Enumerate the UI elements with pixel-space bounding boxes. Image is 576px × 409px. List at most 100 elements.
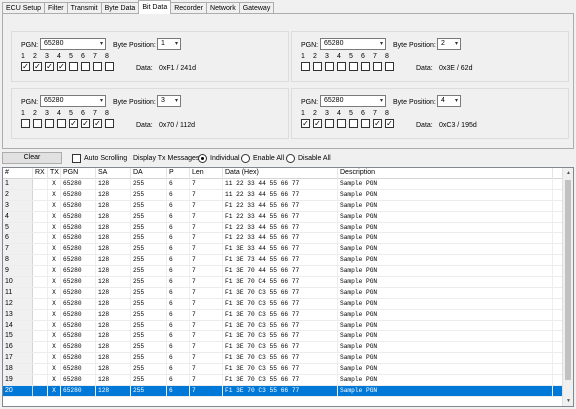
bit-checkbox-5[interactable] xyxy=(349,119,358,128)
cell-sa: 128 xyxy=(96,244,131,255)
radio-disable-all[interactable]: Disable All xyxy=(286,154,331,163)
column-header-tx[interactable]: TX xyxy=(48,168,61,179)
column-header-description[interactable]: Description xyxy=(338,168,553,179)
column-header-da[interactable]: DA xyxy=(131,168,167,179)
byte-position-label: Byte Position: xyxy=(113,42,156,49)
cell-pgn: 65280 xyxy=(61,342,96,353)
tab-bit-data[interactable]: Bit Data xyxy=(138,0,172,14)
cell-rx xyxy=(33,320,48,331)
bit-checkbox-2[interactable]: ✓ xyxy=(33,62,42,71)
bit-checkbox-1[interactable]: ✓ xyxy=(21,62,30,71)
bit-checkbox-5[interactable]: ✓ xyxy=(69,119,78,128)
bit-checkbox-8[interactable]: ✓ xyxy=(385,119,394,128)
bit-checkbox-6[interactable]: ✓ xyxy=(81,119,90,128)
bit-checkbox-8[interactable] xyxy=(385,62,394,71)
column-header-sa[interactable]: SA xyxy=(96,168,131,179)
column-header-rx[interactable]: RX xyxy=(33,168,48,179)
cell-len: 7 xyxy=(190,266,223,277)
pgn-select[interactable]: 65280 ▾ xyxy=(320,38,386,50)
table-row[interactable]: 20 X 65280 128 255 6 7 F1 3E 70 C3 55 66 77 Samp… xyxy=(3,385,563,397)
bit-checkbox-2[interactable] xyxy=(313,62,322,71)
auto-scrolling-option[interactable]: Auto Scrolling xyxy=(72,154,127,163)
cell-rx xyxy=(33,298,48,309)
column-header-len[interactable]: Len xyxy=(190,168,223,179)
table-row[interactable]: 4 X 65280 128 255 6 7 F1 22 33 44 55 66 77 Sampl… xyxy=(3,211,563,223)
table-row[interactable]: 18 X 65280 128 255 6 7 F1 3E 70 C3 55 66 77 Samp… xyxy=(3,364,563,376)
table-row[interactable]: 13 X 65280 128 255 6 7 F1 3E 70 C3 55 66 77 Samp… xyxy=(3,309,563,321)
table-row[interactable]: 5 X 65280 128 255 6 7 F1 22 33 44 55 66 77 Sampl… xyxy=(3,222,563,234)
radio-button[interactable] xyxy=(198,154,207,163)
table-row[interactable]: 19 X 65280 128 255 6 7 F1 3E 70 C3 55 66 77 Samp… xyxy=(3,375,563,386)
byte-position-select[interactable]: 2 ▾ xyxy=(437,38,461,50)
bit-checkbox-4[interactable] xyxy=(337,119,346,128)
scroll-thumb[interactable] xyxy=(565,180,571,380)
table-row[interactable]: 11 X 65280 128 255 6 7 F1 3E 70 C3 55 66 77 Samp… xyxy=(3,287,563,299)
bit-checkbox-8[interactable] xyxy=(105,62,114,71)
cell-tx: X xyxy=(48,255,61,266)
auto-scrolling-checkbox[interactable] xyxy=(72,154,81,163)
bit-checkbox-7[interactable] xyxy=(373,62,382,71)
data-label: Data: xyxy=(136,65,153,72)
column-header-row-number[interactable]: # xyxy=(3,168,33,179)
bit-checkbox-3[interactable] xyxy=(45,119,54,128)
table-row[interactable]: 15 X 65280 128 255 6 7 F1 3E 70 C3 55 66 77 Samp… xyxy=(3,331,563,343)
bit-checkbox-1[interactable] xyxy=(21,119,30,128)
bit-checkbox-6[interactable] xyxy=(361,119,370,128)
cell-tx: X xyxy=(48,320,61,331)
message-grid[interactable]: # RX TX PGN SA DA P Len Data (Hex) Description 1 X… xyxy=(2,167,574,407)
bit-checkbox-1[interactable] xyxy=(301,62,310,71)
bit-checkbox-4[interactable]: ✓ xyxy=(57,62,66,71)
byte-position-select[interactable]: 1 ▾ xyxy=(157,38,181,50)
scroll-down-icon[interactable]: ▼ xyxy=(563,396,573,406)
bit-checkbox-4[interactable] xyxy=(337,62,346,71)
bit-checkbox-3[interactable] xyxy=(325,119,334,128)
radio-individual[interactable]: Individual xyxy=(198,154,240,163)
table-row[interactable]: 7 X 65280 128 255 6 7 F1 3E 33 44 55 66 77 Sampl… xyxy=(3,244,563,256)
bit-checkbox-6[interactable] xyxy=(361,62,370,71)
column-header-pgn[interactable]: PGN xyxy=(61,168,96,179)
cell-len: 7 xyxy=(190,287,223,298)
bit-checkbox-7[interactable] xyxy=(93,62,102,71)
pgn-value: 65280 xyxy=(44,40,64,47)
radio-button[interactable] xyxy=(286,154,295,163)
radio-button[interactable] xyxy=(241,154,250,163)
bit-checkbox-3[interactable]: ✓ xyxy=(45,62,54,71)
bit-checkbox-2[interactable]: ✓ xyxy=(313,119,322,128)
bit-checkbox-7[interactable]: ✓ xyxy=(93,119,102,128)
table-row[interactable]: 10 X 65280 128 255 6 7 F1 3E 70 C4 55 66 77 Samp… xyxy=(3,277,563,288)
column-header-priority[interactable]: P xyxy=(167,168,190,179)
byte-position-select[interactable]: 4 ▾ xyxy=(437,95,461,107)
bit-checkbox-6[interactable] xyxy=(81,62,90,71)
table-row[interactable]: 2 X 65280 128 255 6 7 11 22 33 44 55 66 77 Sampl… xyxy=(3,189,563,201)
table-row[interactable]: 17 X 65280 128 255 6 7 F1 3E 70 C3 55 66 77 Samp… xyxy=(3,353,563,365)
table-row[interactable]: 12 X 65280 128 255 6 7 F1 3E 70 C3 55 66 77 Samp… xyxy=(3,298,563,310)
bit-checkbox-4[interactable] xyxy=(57,119,66,128)
cell-rx xyxy=(33,244,48,255)
table-row[interactable]: 8 X 65280 128 255 6 7 F1 3E 73 44 55 66 77 Sampl… xyxy=(3,255,563,267)
scroll-up-icon[interactable]: ▲ xyxy=(563,168,573,178)
radio-enable-all[interactable]: Enable All xyxy=(241,154,284,163)
pgn-select[interactable]: 65280 ▾ xyxy=(320,95,386,107)
byte-position-select[interactable]: 3 ▾ xyxy=(157,95,181,107)
pgn-select[interactable]: 65280 ▾ xyxy=(40,38,106,50)
table-row[interactable]: 16 X 65280 128 255 6 7 F1 3E 70 C3 55 66 77 Samp… xyxy=(3,342,563,354)
bit-checkbox-2[interactable] xyxy=(33,119,42,128)
bit-checkbox-3[interactable] xyxy=(325,62,334,71)
table-row[interactable]: 3 X 65280 128 255 6 7 F1 22 33 44 55 66 77 Sampl… xyxy=(3,200,563,212)
vertical-scrollbar[interactable]: ▲ ▼ xyxy=(562,168,573,406)
column-header-data-hex[interactable]: Data (Hex) xyxy=(223,168,338,179)
clear-button[interactable]: Clear xyxy=(2,152,62,164)
bit-checkbox-5[interactable] xyxy=(349,62,358,71)
bit-checkbox-7[interactable]: ✓ xyxy=(373,119,382,128)
bit-checkbox-1[interactable]: ✓ xyxy=(301,119,310,128)
table-row[interactable]: 1 X 65280 128 255 6 7 11 22 33 44 55 66 77 Sampl… xyxy=(3,179,563,190)
cell-row-number: 13 xyxy=(3,309,33,320)
cell-data-hex: F1 22 33 44 55 66 77 xyxy=(223,222,338,233)
table-row[interactable]: 9 X 65280 128 255 6 7 F1 3E 70 44 55 66 77 Sampl… xyxy=(3,266,563,278)
bit-checkbox-5[interactable] xyxy=(69,62,78,71)
bit-checkbox-8[interactable] xyxy=(105,119,114,128)
table-row[interactable]: 6 X 65280 128 255 6 7 F1 22 33 44 55 66 77 Sampl… xyxy=(3,233,563,245)
pgn-select[interactable]: 65280 ▾ xyxy=(40,95,106,107)
cell-pgn: 65280 xyxy=(61,255,96,266)
table-row[interactable]: 14 X 65280 128 255 6 7 F1 3E 70 C3 55 66 77 Samp… xyxy=(3,320,563,332)
